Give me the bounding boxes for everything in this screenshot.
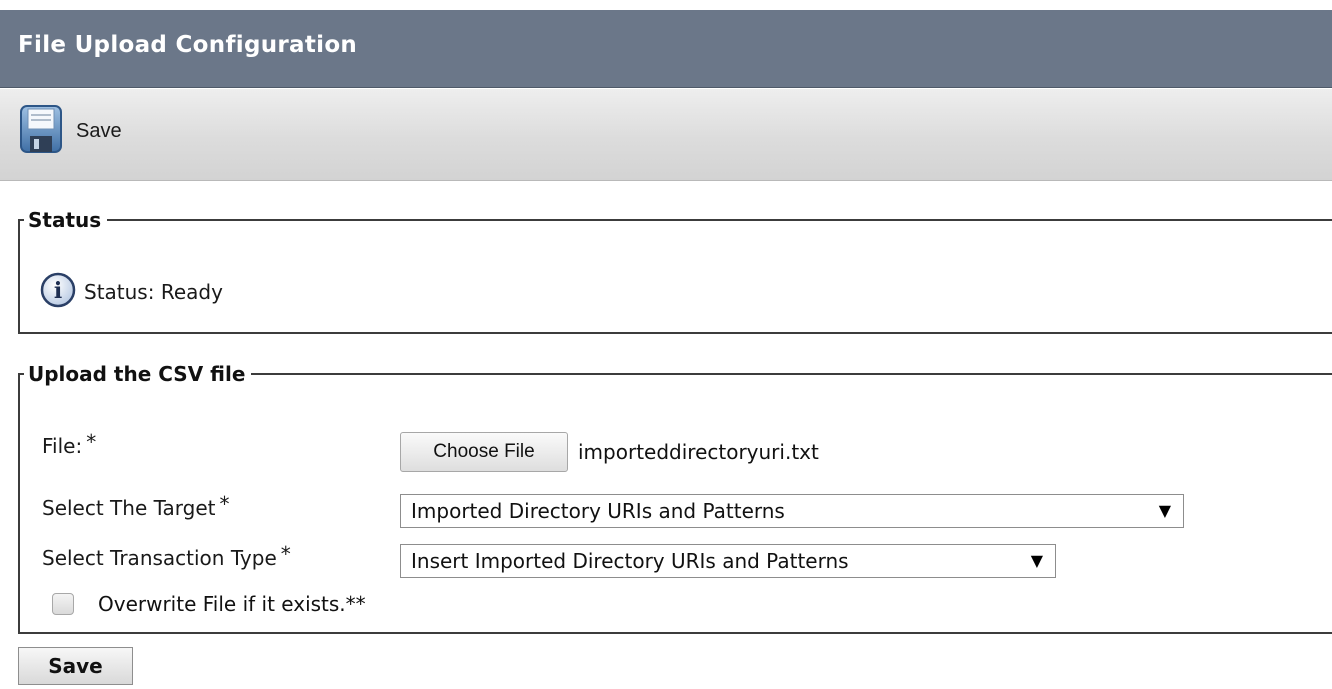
target-select[interactable]: Imported Directory URIs and Patterns ▼ — [400, 494, 1184, 528]
file-label: File: — [42, 434, 83, 458]
transaction-type-select[interactable]: Insert Imported Directory URIs and Patte… — [400, 544, 1056, 578]
top-strip — [0, 0, 1332, 10]
svg-text:i: i — [54, 278, 62, 304]
upload-legend: Upload the CSV file — [28, 362, 246, 386]
toolbar-save-label: Save — [76, 119, 122, 142]
transaction-type-label: Select Transaction Type — [42, 546, 277, 570]
title-bar: File Upload Configuration — [0, 10, 1332, 88]
overwrite-label: Overwrite File if it exists.** — [98, 592, 366, 616]
required-marker: * — [86, 430, 97, 454]
upload-section: Upload the CSV file File: * Choose File i… — [18, 362, 1332, 634]
overwrite-option[interactable]: Overwrite File if it exists.** — [52, 592, 366, 616]
dropdown-arrow-icon: ▼ — [1158, 501, 1171, 520]
selected-file-name: importeddirectoryuri.txt — [578, 440, 819, 464]
status-row: i Status: Ready — [40, 272, 223, 312]
save-button[interactable]: Save — [18, 647, 133, 685]
toolbar-save-button[interactable]: Save — [20, 105, 122, 157]
dropdown-arrow-icon: ▼ — [1030, 551, 1043, 570]
file-label-row: File: * — [42, 430, 96, 458]
required-marker: * — [280, 542, 291, 566]
required-marker: * — [219, 492, 230, 516]
status-text: Status: Ready — [84, 280, 223, 304]
target-select-value: Imported Directory URIs and Patterns — [411, 499, 785, 523]
floppy-disk-icon — [20, 105, 62, 157]
status-section: Status i Status: Ready — [18, 208, 1332, 334]
target-label-row: Select The Target * — [42, 492, 230, 520]
overwrite-checkbox[interactable] — [52, 593, 74, 615]
choose-file-button[interactable]: Choose File — [400, 432, 568, 472]
info-icon: i — [40, 272, 76, 312]
toolbar: Save — [0, 89, 1332, 181]
page-title: File Upload Configuration — [18, 32, 358, 58]
transaction-label-row: Select Transaction Type * — [42, 542, 291, 570]
status-legend: Status — [28, 208, 102, 232]
target-label: Select The Target — [42, 496, 216, 520]
transaction-type-value: Insert Imported Directory URIs and Patte… — [411, 549, 849, 573]
